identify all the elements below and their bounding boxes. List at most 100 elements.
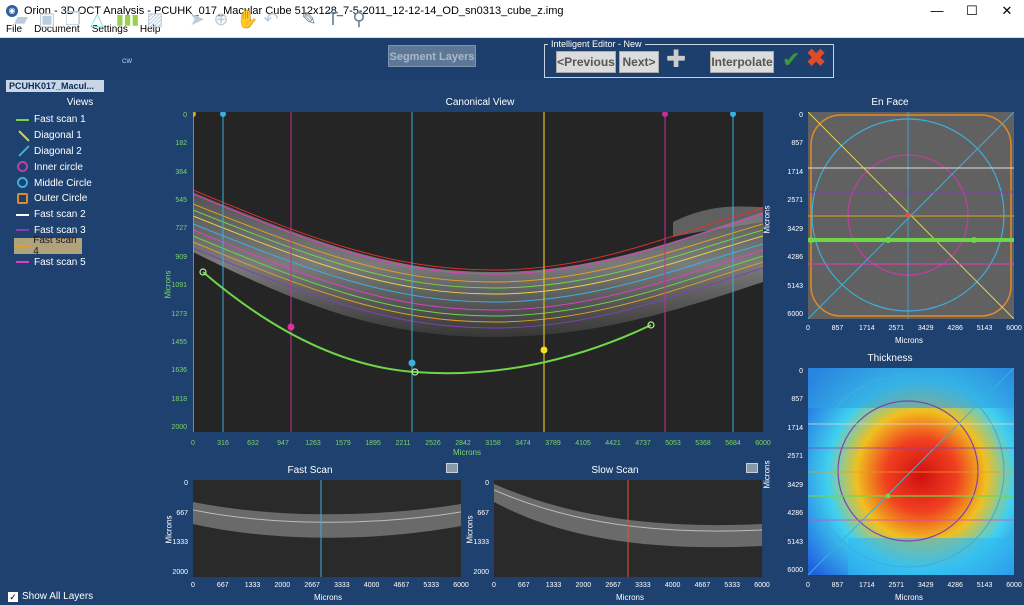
view-item[interactable]: Outer Circle [14, 191, 164, 207]
reject-x-icon[interactable]: ✖ [806, 46, 826, 72]
view-item-label: Inner circle [34, 161, 83, 173]
y-tick-label: 0 [799, 112, 803, 119]
y-tick-label: 857 [791, 396, 803, 404]
save-icon[interactable]: ▣ [36, 8, 58, 30]
x-tick-label: 1333 [545, 582, 562, 589]
x-tick-label: 5333 [423, 582, 439, 589]
x-tick-label: 947 [277, 440, 289, 447]
next-button[interactable]: Next> [619, 51, 659, 73]
x-tick-label: 1714 [859, 582, 875, 589]
segment-layers-button[interactable]: Segment Layers [388, 45, 476, 67]
x-tick-label: 0 [191, 440, 195, 447]
view-item[interactable]: Fast scan 2 [14, 207, 164, 223]
view-item[interactable]: Fast scan 5 [14, 254, 164, 270]
fast-scan-title: Fast Scan [287, 465, 333, 476]
y-tick-label: 2000 [171, 424, 187, 431]
view-item-label: Fast scan 2 [34, 209, 86, 221]
canonical-view-title: Canonical View [445, 97, 515, 108]
x-tick-label: 2571 [888, 582, 905, 589]
x-tick-label: 4000 [363, 582, 380, 589]
cw-label: CW [122, 59, 132, 65]
fast-scan-plot[interactable] [193, 480, 461, 577]
view-item[interactable]: Diagonal 1 [14, 128, 164, 144]
view-item[interactable]: Fast scan 4 [14, 235, 82, 257]
y-tick-label: 545 [175, 197, 187, 205]
canonical-view-image [193, 112, 763, 432]
minimize-button[interactable]: — [922, 0, 952, 22]
view-item-label: Fast scan 1 [34, 114, 86, 126]
show-all-layers-checkbox[interactable]: ✓ Show All Layers [8, 591, 93, 602]
y-tick-label: 857 [791, 140, 803, 148]
en-face-xlabel: Microns [895, 336, 924, 345]
triangle-tool-icon[interactable]: △ [86, 8, 108, 30]
y-tick-label: 2571 [787, 453, 803, 461]
en-face-title: En Face [871, 97, 909, 108]
view-item-label: Outer Circle [34, 193, 88, 205]
y-tick-label: 182 [175, 140, 187, 148]
pointer-icon[interactable]: ➤ [186, 8, 208, 30]
document-tab[interactable]: PCUHK017_Macul... [6, 80, 104, 92]
view-item-label: Diagonal 2 [34, 145, 82, 157]
y-tick-label: 5143 [787, 538, 803, 546]
fast-scan-window-icon[interactable] [446, 463, 458, 473]
y-tick-label: 6000 [787, 567, 803, 574]
view-item-label: Fast scan 5 [34, 256, 86, 268]
y-tick-label: 3429 [787, 481, 803, 489]
canonical-ylabel: Microns [163, 270, 173, 299]
thickness-ylabel: Microns [762, 460, 772, 489]
y-tick-label: 4286 [787, 254, 803, 262]
x-tick-label: 5143 [976, 325, 993, 332]
thickness-map-image [808, 368, 1014, 575]
pen-icon: ✎ [301, 9, 317, 29]
x-tick-label: 6000 [1006, 582, 1022, 589]
accept-check-icon[interactable]: ✔ [782, 48, 800, 72]
view-item[interactable]: Diagonal 2 [14, 144, 164, 160]
x-tick-label: 3789 [545, 440, 561, 447]
line-icon [16, 114, 30, 126]
x-tick-label: 1263 [305, 440, 321, 447]
maximize-button[interactable]: ☐ [957, 0, 987, 22]
save-all-icon[interactable]: ❐ [62, 8, 84, 30]
show-all-label: Show All Layers [22, 591, 94, 602]
open-folder-icon[interactable]: ▰ [10, 8, 32, 30]
previous-button[interactable]: <Previous [556, 51, 616, 73]
y-tick-label: 0 [485, 480, 489, 487]
image-icon[interactable]: ▨ [144, 8, 166, 30]
x-tick-label: 5684 [725, 440, 741, 447]
interpolate-button[interactable]: Interpolate [710, 51, 774, 73]
x-tick-label: 2526 [425, 440, 441, 447]
x-tick-label: 1579 [335, 440, 351, 447]
y-tick-label: 2571 [787, 197, 803, 205]
en-face-plot[interactable] [808, 112, 1014, 319]
add-icon[interactable]: ✚ [666, 48, 686, 72]
slow-scan-window-icon[interactable] [746, 463, 758, 473]
view-item[interactable]: Fast scan 1 [14, 112, 164, 128]
diagonal-line-icon [16, 130, 30, 142]
close-window-button[interactable]: ✕ [992, 0, 1022, 22]
x-tick-label: 0 [806, 582, 810, 589]
signal-chart-icon[interactable]: ▮▮▮ [116, 8, 139, 30]
x-tick-label: 2571 [888, 325, 905, 332]
pan-hand-icon[interactable]: ✋ [236, 8, 258, 30]
x-tick-label: 2000 [575, 582, 592, 589]
canonical-view-plot[interactable] [193, 112, 763, 432]
slow-scan-plot[interactable] [494, 480, 762, 577]
y-tick-label: 364 [175, 168, 187, 176]
zoom-icon[interactable]: ⊕ [210, 8, 232, 30]
x-tick-label: 2667 [605, 582, 621, 589]
view-item[interactable]: Inner circle [14, 159, 164, 175]
x-tick-label: 2667 [304, 582, 320, 589]
checkbox-icon[interactable]: ✓ [8, 591, 18, 602]
undo-icon[interactable]: ↶ [260, 8, 282, 30]
view-item-label: Middle Circle [34, 177, 92, 189]
x-tick-label: 6000 [453, 582, 469, 589]
x-tick-label: 2211 [395, 440, 411, 447]
thickness-plot[interactable] [808, 368, 1014, 575]
view-item-label: Diagonal 1 [34, 130, 82, 142]
view-item[interactable]: Middle Circle [14, 175, 164, 191]
views-list: Fast scan 1 Diagonal 1 Diagonal 2 Inner cir… [14, 112, 164, 270]
line-icon [16, 224, 30, 236]
y-tick-label: 1455 [171, 338, 187, 346]
intelligent-editor-title: Intelligent Editor - New [548, 39, 645, 49]
y-tick-label: 0 [183, 112, 187, 119]
